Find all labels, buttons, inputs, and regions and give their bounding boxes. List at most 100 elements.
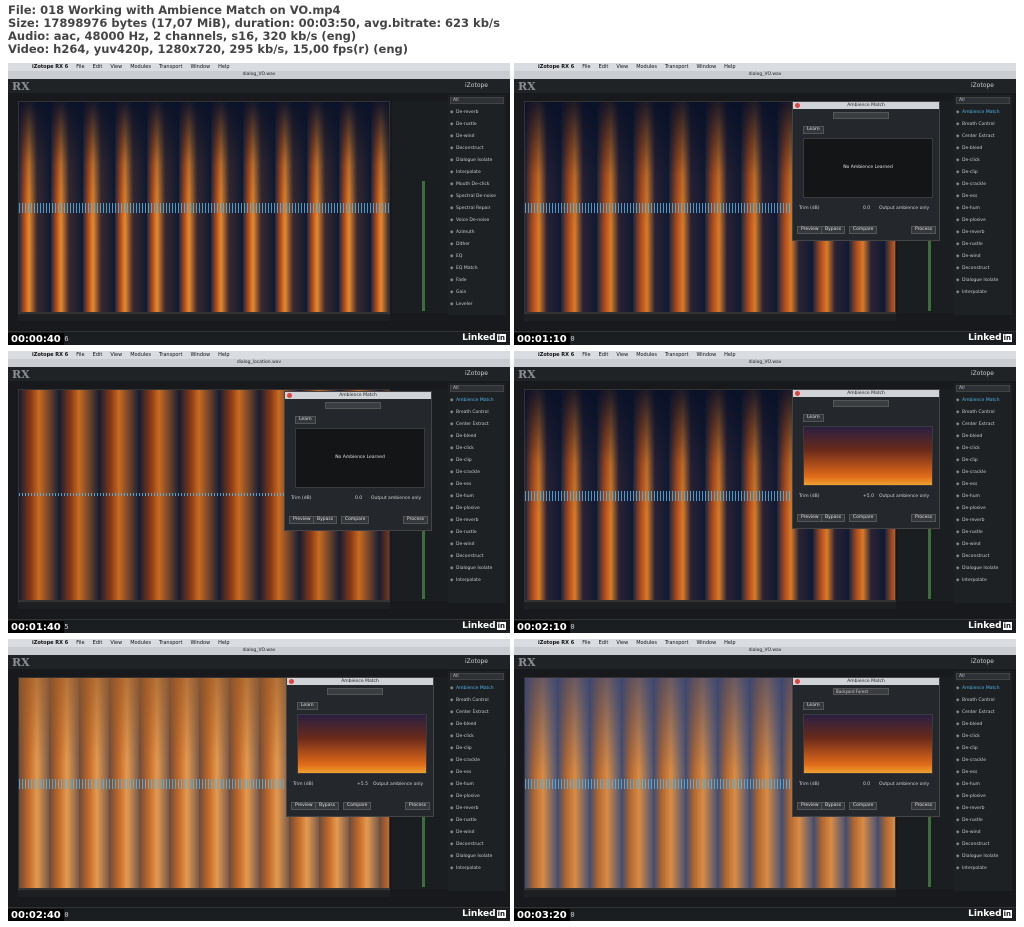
menu-item-window[interactable]: Window [696,640,716,646]
menu-item-help[interactable]: Help [218,640,229,646]
module-filter-select[interactable]: All [450,673,504,680]
module-item[interactable]: ◆ De-ess [956,769,977,777]
module-item[interactable]: ◆ Ambience Match [956,397,1000,405]
module-item[interactable]: ◆ Dialogue Isolate [450,853,492,861]
module-item[interactable]: ◆ Voice De-noise [450,217,489,225]
trim-value[interactable]: 0.0 [863,206,870,211]
process-button[interactable]: Process [405,802,431,810]
module-item[interactable]: ◆ Deconstruct [956,841,989,849]
module-item[interactable]: ◆ Ambience Match [450,685,494,693]
trim-value[interactable]: +5.5 [357,782,368,787]
preset-select[interactable] [327,688,383,695]
module-item[interactable]: ◆ Ambience Match [450,397,494,405]
output-ambience-only-checkbox[interactable]: Output ambience only [879,494,929,499]
module-item[interactable]: ◆ De-hum [450,493,474,501]
menu-item-view[interactable]: View [110,64,122,70]
module-item[interactable]: ◆ De-rustle [956,241,983,249]
module-item[interactable]: ◆ De-reverb [956,229,985,237]
module-item[interactable]: ◆ Center Extract [956,421,995,429]
module-item[interactable]: ◆ Dither [450,241,470,249]
menu-item-edit[interactable]: Edit [93,640,103,646]
menu-item-edit[interactable]: Edit [599,352,609,358]
module-item[interactable]: ◆ De-clip [956,457,978,465]
module-item[interactable]: ◆ De-rustle [956,529,983,537]
preset-select[interactable]: Backyard Forest [833,688,889,695]
learn-button[interactable]: Learn [297,702,318,710]
module-item[interactable]: ◆ De-ess [956,481,977,489]
module-item[interactable]: ◆ De-hum [956,205,980,213]
menu-item-transport[interactable]: Transport [159,352,182,358]
preset-select[interactable] [325,402,381,409]
module-item[interactable]: ◆ De-clip [956,169,978,177]
menu-item-window[interactable]: Window [696,352,716,358]
compare-button[interactable]: Compare [341,516,370,524]
learn-button[interactable]: Learn [803,414,824,422]
close-dialog-icon[interactable] [287,393,292,398]
menu-item-modules[interactable]: Modules [636,640,657,646]
menu-item-window[interactable]: Window [190,640,210,646]
module-filter-select[interactable]: All [956,97,1010,104]
module-item[interactable]: ◆ Azimuth [450,229,475,237]
bypass-button[interactable]: Bypass [821,802,846,810]
module-item[interactable]: ◆ Spectral De-noise [450,193,496,201]
module-item[interactable]: ◆ Dialogue Isolate [956,277,998,285]
module-item[interactable]: ◆ De-wind [956,541,981,549]
module-filter-select[interactable]: All [956,673,1010,680]
module-item[interactable]: ◆ Dialogue Isolate [956,565,998,573]
preview-button[interactable]: Preview [797,226,823,234]
bypass-button[interactable]: Bypass [313,516,338,524]
menu-item-window[interactable]: Window [190,64,210,70]
module-item[interactable]: ◆ Dialogue Isolate [956,853,998,861]
close-dialog-icon[interactable] [795,391,800,396]
module-item[interactable]: ◆ De-clip [450,457,472,465]
module-filter-select[interactable]: All [956,385,1010,392]
close-dialog-icon[interactable] [795,679,800,684]
preset-select[interactable] [833,112,889,119]
menu-item-view[interactable]: View [616,64,628,70]
module-item[interactable]: ◆ De-wind [450,133,475,141]
module-item[interactable]: ◆ Interpolate [956,577,987,585]
menu-item-edit[interactable]: Edit [93,352,103,358]
menu-item-view[interactable]: View [616,640,628,646]
process-button[interactable]: Process [403,516,429,524]
trim-value[interactable]: 0.0 [355,496,362,501]
module-item[interactable]: ◆ De-reverb [956,517,985,525]
module-item[interactable]: ◆ Ambience Match [956,109,1000,117]
menu-item-transport[interactable]: Transport [159,64,182,70]
module-item[interactable]: ◆ De-click [956,733,980,741]
app-menu-name[interactable]: iZotope RX 6 [538,352,574,358]
module-item[interactable]: ◆ De-rustle [450,817,477,825]
menu-item-edit[interactable]: Edit [599,640,609,646]
module-item[interactable]: ◆ De-bleed [450,721,476,729]
preview-button[interactable]: Preview [797,514,823,522]
module-item[interactable]: ◆ De-hum [956,781,980,789]
module-item[interactable]: ◆ De-click [450,733,474,741]
module-item[interactable]: ◆ Center Extract [450,421,489,429]
output-ambience-only-checkbox[interactable]: Output ambience only [879,206,929,211]
module-item[interactable]: ◆ Center Extract [956,133,995,141]
module-item[interactable]: ◆ De-bleed [450,433,476,441]
module-item[interactable]: ◆ Interpolate [450,577,481,585]
module-item[interactable]: ◆ Dialogue Isolate [450,565,492,573]
module-item[interactable]: ◆ De-reverb [450,517,479,525]
close-dialog-icon[interactable] [289,679,294,684]
module-item[interactable]: ◆ Breath Control [956,697,995,705]
module-item[interactable]: ◆ De-bleed [956,433,982,441]
module-item[interactable]: ◆ De-click [956,157,980,165]
module-item[interactable]: ◆ De-ess [450,481,471,489]
module-item[interactable]: ◆ Breath Control [450,409,489,417]
module-item[interactable]: ◆ Dialogue Isolate [450,157,492,165]
module-item[interactable]: ◆ De-plosive [450,505,480,513]
module-item[interactable]: ◆ Interpolate [450,169,481,177]
menu-item-transport[interactable]: Transport [665,64,688,70]
module-item[interactable]: ◆ De-reverb [450,805,479,813]
menu-item-view[interactable]: View [110,640,122,646]
module-item[interactable]: ◆ Center Extract [450,709,489,717]
menu-item-modules[interactable]: Modules [636,352,657,358]
preset-select[interactable] [833,400,889,407]
menu-item-modules[interactable]: Modules [130,352,151,358]
trim-value[interactable]: +5.0 [863,494,874,499]
process-button[interactable]: Process [911,514,937,522]
module-item[interactable]: ◆ Deconstruct [450,841,483,849]
process-button[interactable]: Process [911,802,937,810]
